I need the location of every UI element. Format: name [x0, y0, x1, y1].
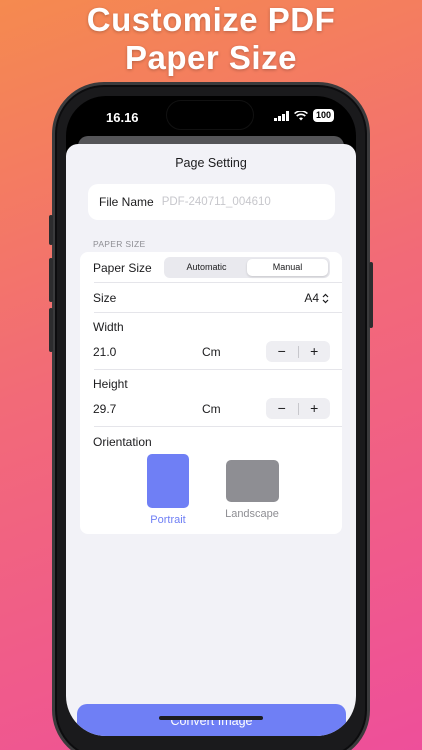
height-unit: Cm	[202, 402, 221, 416]
headline-line-1: Customize PDF	[86, 1, 336, 38]
status-time: 16.16	[106, 110, 139, 125]
segment-automatic[interactable]: Automatic	[166, 259, 247, 276]
page-setting-sheet: Page Setting File Name PAPER SIZE Paper …	[66, 144, 356, 736]
height-label: Height	[93, 377, 128, 391]
orientation-label: Orientation	[93, 435, 152, 449]
signal-icon	[273, 110, 289, 121]
landscape-label: Landscape	[225, 508, 279, 520]
size-row[interactable]: Size A4	[80, 282, 342, 312]
file-name-input[interactable]	[161, 196, 302, 208]
phone-screen: 16.16 100 Page Setting File Name PAPER S…	[66, 96, 356, 736]
status-icons: 100	[273, 109, 334, 122]
phone-side-button	[49, 308, 53, 352]
width-row: Width 21.0 Cm − +	[80, 312, 342, 369]
phone-side-button	[369, 262, 373, 328]
width-increment-button[interactable]: +	[299, 341, 331, 362]
paper-size-section-header: PAPER SIZE	[93, 239, 146, 249]
orientation-landscape[interactable]: Landscape	[216, 454, 288, 520]
headline-line-2: Paper Size	[125, 39, 297, 76]
paper-size-label: Paper Size	[93, 261, 152, 275]
home-indicator	[159, 716, 263, 720]
width-unit: Cm	[202, 345, 221, 359]
paper-size-row: Paper Size Automatic Manual	[80, 252, 342, 282]
width-decrement-button[interactable]: −	[266, 341, 298, 362]
file-name-label: File Name	[99, 195, 154, 209]
height-row: Height 29.7 Cm − +	[80, 369, 342, 426]
status-bar: 16.16 100	[66, 96, 356, 136]
size-label: Size	[93, 291, 117, 305]
height-increment-button[interactable]: +	[299, 398, 331, 419]
file-name-field[interactable]: File Name	[88, 184, 335, 220]
portrait-page-icon	[147, 454, 189, 508]
chevron-up-down-icon	[322, 293, 329, 303]
segment-manual[interactable]: Manual	[247, 259, 328, 276]
row-divider	[94, 426, 342, 427]
size-picker[interactable]: A4	[304, 291, 329, 305]
paper-size-group: Paper Size Automatic Manual Size A4 Widt…	[80, 252, 342, 534]
size-value: A4	[304, 291, 319, 305]
height-stepper: − +	[266, 398, 330, 419]
height-value: 29.7	[93, 402, 117, 416]
landscape-page-icon	[225, 460, 279, 502]
portrait-label: Portrait	[150, 514, 186, 526]
paper-size-segmented-control: Automatic Manual	[164, 257, 330, 278]
convert-image-button[interactable]: Convert Image	[77, 704, 346, 736]
phone-side-button	[49, 258, 53, 302]
width-label: Width	[93, 320, 124, 334]
height-decrement-button[interactable]: −	[266, 398, 298, 419]
width-stepper: − +	[266, 341, 330, 362]
battery-icon: 100	[312, 109, 334, 122]
orientation-portrait[interactable]: Portrait	[143, 454, 193, 526]
headline: Customize PDF Paper Size	[0, 0, 422, 77]
wifi-icon	[294, 110, 308, 120]
width-value: 21.0	[93, 345, 117, 359]
sheet-title: Page Setting	[175, 156, 247, 170]
phone-side-button	[49, 215, 53, 245]
dynamic-island	[166, 100, 254, 130]
